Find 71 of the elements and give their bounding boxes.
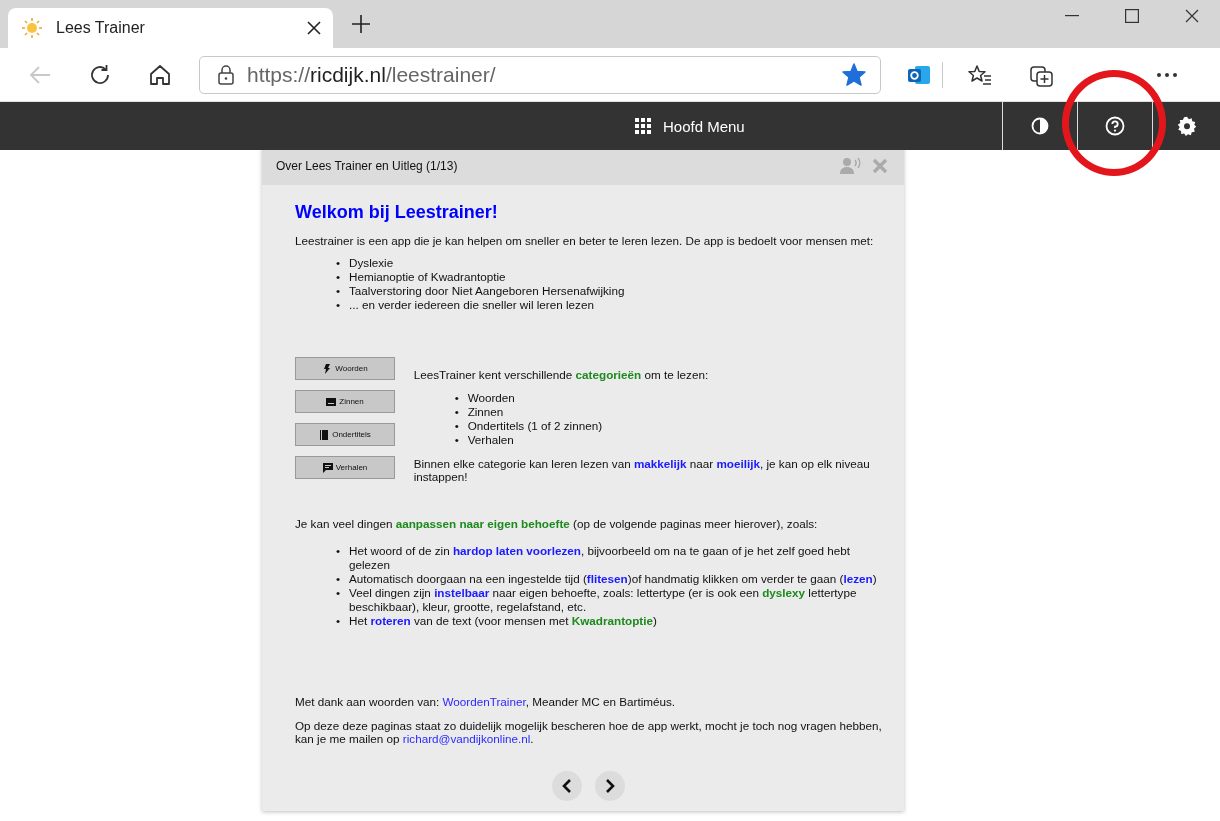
next-button[interactable]	[595, 771, 625, 801]
category-button[interactable]: Woorden	[295, 357, 395, 380]
bullet: •	[454, 391, 460, 405]
options-text: Je kan veel dingen aanpassen naar eigen behoefte (op de volgende paginas meer hierover), zoals:	[295, 517, 819, 530]
list-item: Verhalen	[467, 433, 514, 447]
category-icon	[322, 363, 333, 374]
list-item: Veel dingen zijn instelbaar naar eigen behoefte, zoals: lettertype (er is ook een dyslexy lettertype beschikbaar), kleur, grootte, regelafstand, etc.	[349, 586, 858, 614]
plus-icon	[351, 14, 371, 34]
speaking-person-icon	[840, 157, 862, 175]
bullet: •	[454, 419, 460, 433]
lock-icon	[218, 64, 234, 85]
dialog-heading: Welkom bij Leestrainer!	[295, 202, 499, 223]
list-item: Zinnen	[467, 405, 504, 419]
levels-text: Binnen elke categorie kan leren lezen van makkelijk naar moeilijk, je kan op elk niveau instappen!	[413, 457, 871, 483]
bullet: •	[336, 572, 342, 586]
bullet: •	[454, 405, 460, 419]
bullet: •	[336, 270, 342, 284]
list-item: Woorden	[467, 391, 515, 405]
close-icon	[1185, 9, 1199, 23]
dialog-title: Over Lees Trainer en Uitleg (1/13)	[276, 159, 459, 173]
sun-icon	[22, 18, 42, 38]
grid-icon	[635, 118, 651, 134]
category-button[interactable]: Verhalen	[295, 456, 395, 479]
link[interactable]: WoordenTrainer	[442, 695, 526, 708]
address-bar[interactable]: https://ricdijk.nl/leestrainer/	[199, 55, 881, 94]
category-icon	[319, 429, 330, 440]
refresh-icon	[89, 63, 111, 86]
list-item: Automatisch doorgaan na een ingestelde tijd (flitesen)of handmatig klikken om verder te gaan (lezen)	[349, 572, 877, 586]
bullet: •	[336, 284, 342, 298]
help-icon	[1105, 116, 1125, 136]
list-item: Taalverstoring door Niet Aangeboren Hersenafwijking	[349, 284, 625, 298]
contrast-icon	[1031, 117, 1049, 135]
bullet: •	[336, 614, 342, 628]
maximize-icon	[1125, 9, 1139, 23]
back-arrow-icon	[29, 65, 51, 84]
category-icon	[326, 396, 337, 407]
mail-app-icon	[907, 63, 931, 86]
more-icon	[1157, 72, 1177, 77]
star-list-icon	[968, 63, 992, 86]
category-icon	[322, 462, 333, 473]
settings-icon	[1176, 116, 1197, 136]
bullet: •	[336, 586, 342, 601]
url-text: https://ricdijk.nl/leestrainer/	[247, 62, 497, 87]
category-button[interactable]: Ondertitels	[295, 423, 395, 446]
bullet: •	[336, 544, 342, 559]
category-button[interactable]: Zinnen	[295, 390, 395, 413]
close-icon	[307, 21, 321, 35]
intro-text: Leestrainer is een app die je kan helpen om sneller en beter te leren lezen. De app is bedoelt voor mensen met:	[295, 234, 875, 247]
bullet: •	[454, 433, 460, 447]
list-item: Het woord of de zin hardop laten voorlezen, bijvoorbeeld om na te gaan of je het zelf goed hebt gelezen	[349, 544, 851, 572]
close-icon	[872, 158, 888, 174]
list-item: ... en verder iedereen die sneller wil leren lezen	[349, 298, 594, 312]
chevron-right-icon	[604, 778, 616, 794]
close-tab-button[interactable]	[307, 21, 321, 35]
previous-button[interactable]	[552, 771, 582, 801]
main-menu-button[interactable]: Hoofd Menu	[635, 102, 745, 150]
list-item: Ondertitels (1 of 2 zinnen)	[467, 419, 603, 433]
list-item: Het roteren van de text (voor mensen met Kwadrantoptie)	[349, 614, 657, 628]
home-icon	[149, 63, 171, 86]
browser-tab[interactable]: Lees Trainer	[8, 8, 333, 48]
list-item: Hemianoptie of Kwadrantoptie	[349, 270, 506, 284]
bullet: •	[336, 298, 342, 312]
minimize-icon	[1065, 15, 1079, 17]
chevron-left-icon	[561, 778, 573, 794]
star-icon[interactable]	[842, 63, 866, 86]
credits-text: Met dank aan woorden van: WoordenTrainer, Meander MC en Bartiméus.	[295, 695, 677, 708]
contact-text: Op deze deze paginas staat zo duidelijk mogelijk bescheren hoe de app werkt, mocht je toch nog vragen hebben, kan je me mailen op richard@vandijkonline.nl.	[295, 719, 882, 745]
categories-text: LeesTrainer kent verschillende categorieën om te lezen:	[413, 368, 710, 381]
tab-title: Lees Trainer	[56, 19, 146, 37]
bullet: •	[336, 256, 342, 270]
list-item: Dyslexie	[349, 256, 394, 270]
